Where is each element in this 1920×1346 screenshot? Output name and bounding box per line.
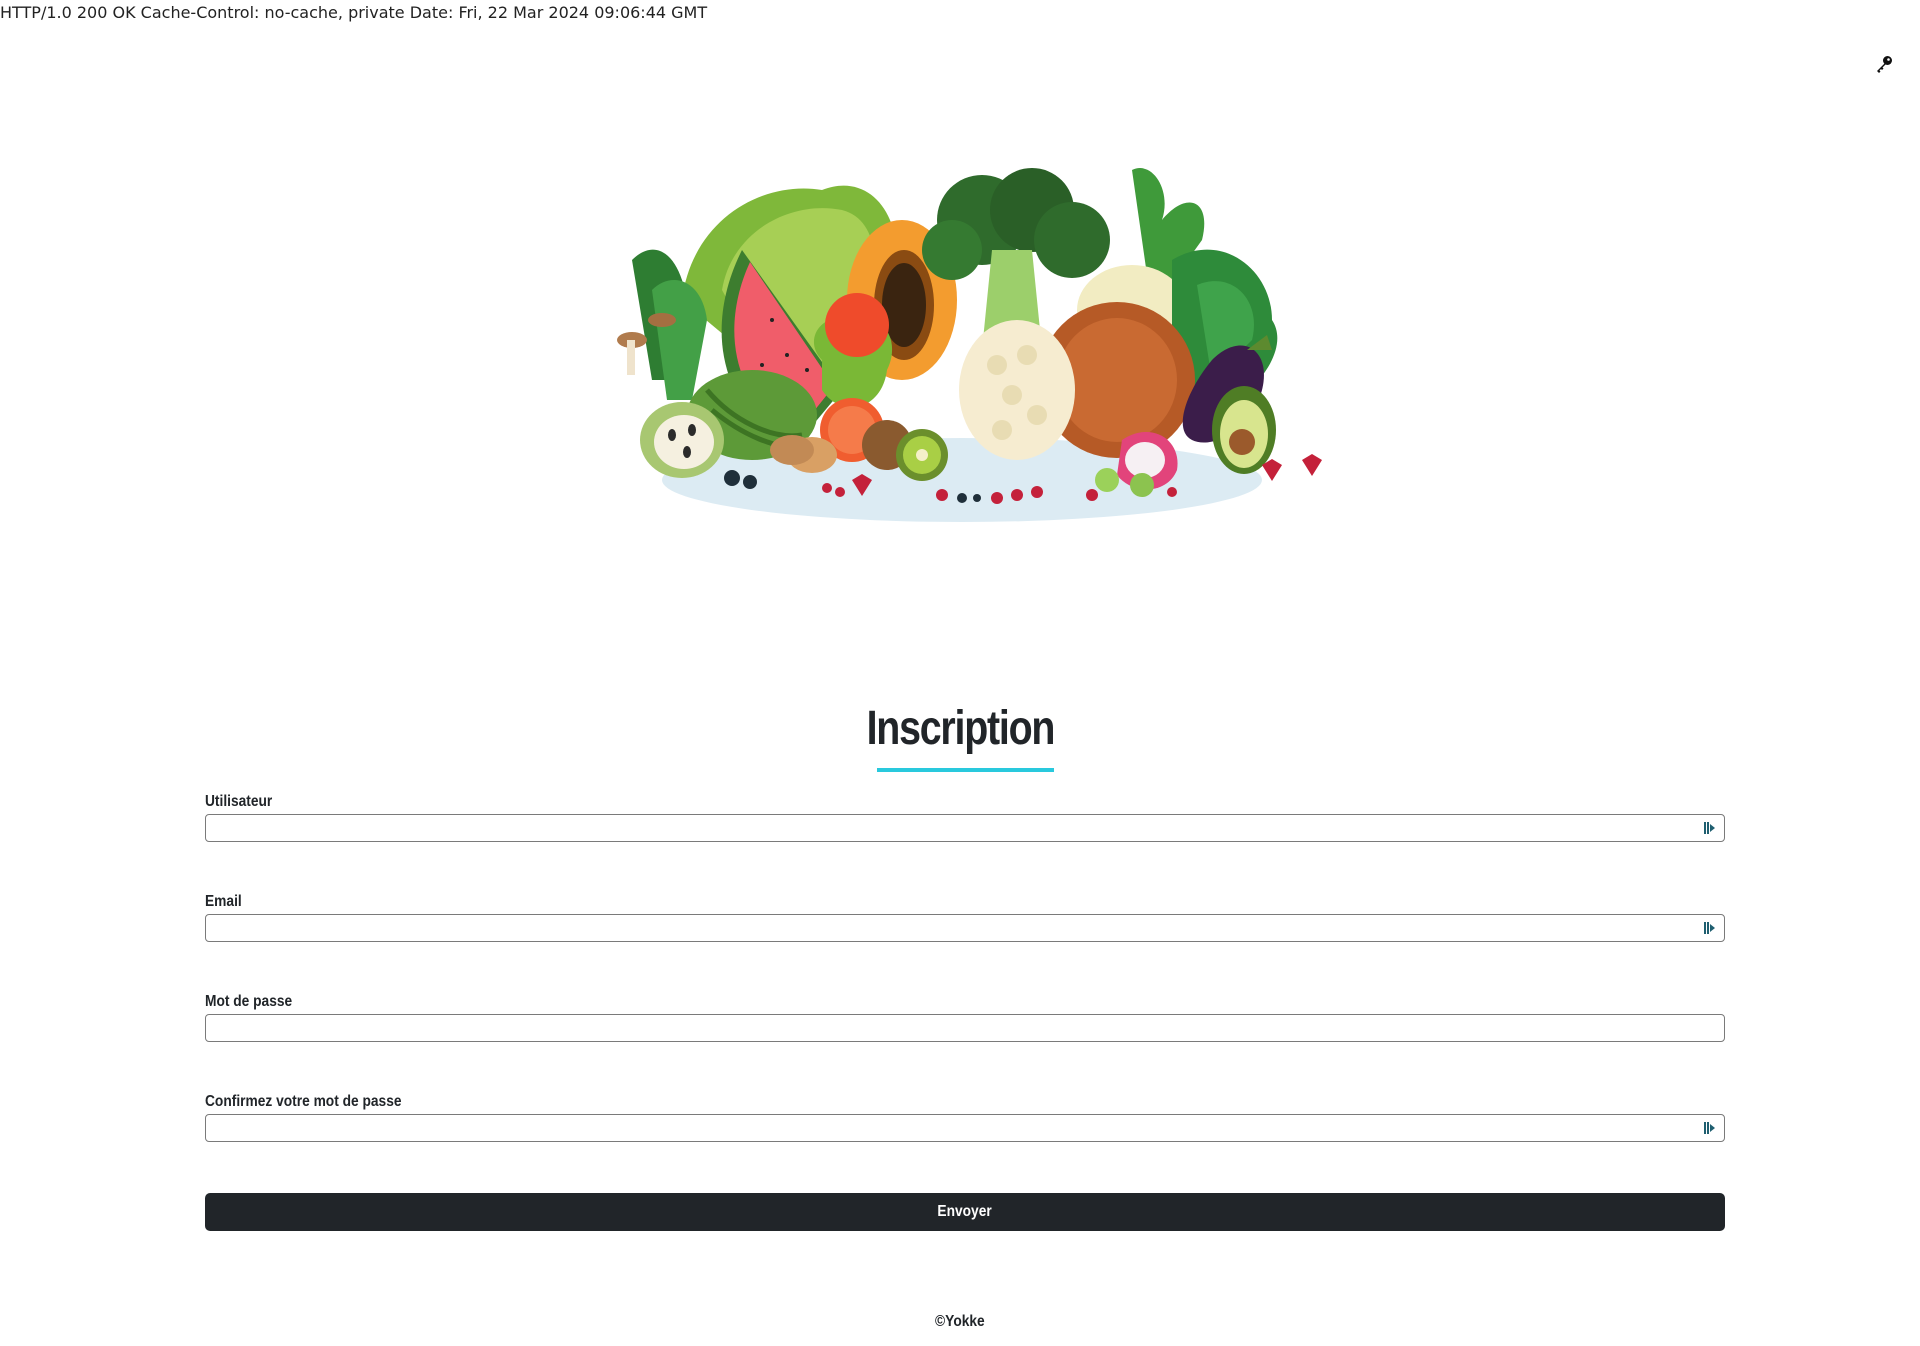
username-input-box[interactable] [205,814,1725,842]
confirm-password-input-box[interactable] [205,1114,1725,1142]
password-manager-icon[interactable] [1704,921,1716,935]
page-title-wrapper: Inscription [0,700,1920,758]
submit-button-label: Envoyer [937,1203,993,1220]
key-icon[interactable] [1874,54,1894,74]
password-input-box[interactable] [205,1014,1725,1042]
title-underline [877,768,1054,772]
submit-button[interactable]: Envoyer [205,1193,1725,1231]
password-manager-icon[interactable] [1704,821,1716,835]
footer: ©Yokke [0,1313,1920,1331]
username-label: Utilisateur [205,793,273,810]
page-title: Inscription [866,702,1055,755]
username-input[interactable] [206,815,1702,841]
confirm-password-label: Confirmez votre mot de passe [205,1093,402,1110]
footer-copyright: ©Yokke [935,1313,985,1330]
confirm-password-field-group: Confirmez votre mot de passe [205,1090,1725,1142]
email-label: Email [205,893,242,910]
password-manager-icon[interactable] [1704,1121,1716,1135]
email-input-box[interactable] [205,914,1725,942]
email-field-group: Email [205,890,1725,942]
http-header-text: HTTP/1.0 200 OK Cache-Control: no-cache,… [0,3,708,22]
password-input[interactable] [206,1015,1702,1041]
password-field-group: Mot de passe [205,990,1725,1042]
username-field-group: Utilisateur [205,790,1725,842]
vegetables-illustration [617,168,1322,522]
email-input[interactable] [206,915,1702,941]
confirm-password-input[interactable] [206,1115,1702,1141]
password-label: Mot de passe [205,993,293,1010]
